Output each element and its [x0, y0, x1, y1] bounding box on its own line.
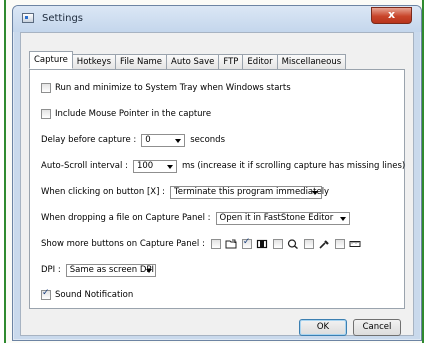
tab-ftp[interactable]: FTP: [218, 54, 244, 69]
run-minimize-checkbox[interactable]: [41, 83, 51, 93]
clicking-x-label: When clicking on button [X] :: [41, 187, 165, 197]
fixed-region-button-checkbox[interactable]: [241, 237, 252, 249]
ok-button[interactable]: OK: [299, 319, 347, 336]
sound-row: Sound Notification: [41, 288, 133, 302]
screen-ruler-button-checkbox[interactable]: [334, 239, 345, 249]
dropping-file-select[interactable]: Open it in FastStone Editor: [215, 211, 350, 225]
chevron-down-icon: [145, 268, 152, 273]
more-buttons-row: Show more buttons on Capture Panel :: [41, 237, 366, 251]
dpi-label: DPI :: [41, 265, 61, 275]
dropping-file-label: When dropping a file on Capture Panel :: [41, 213, 211, 223]
chevron-down-icon: [166, 164, 173, 169]
color-picker-icon: [318, 239, 330, 249]
chevron-down-icon: [312, 190, 318, 195]
tab-hotkeys[interactable]: Hotkeys: [71, 54, 117, 69]
tab-file-name[interactable]: File Name: [115, 54, 168, 69]
chevron-down-icon: [175, 138, 182, 143]
screen-ruler-icon: [349, 239, 361, 249]
sound-notification-label[interactable]: Sound Notification: [55, 290, 133, 300]
tab-editor[interactable]: Editor: [242, 54, 278, 69]
app-icon: [22, 13, 34, 23]
more-buttons-label: Show more buttons on Capture Panel :: [41, 239, 205, 249]
clicking-x-row: When clicking on button [X] : Terminate …: [41, 185, 329, 199]
tab-miscellaneous[interactable]: Miscellaneous: [276, 54, 347, 69]
magnifier-button-checkbox[interactable]: [272, 239, 283, 249]
more-buttons-options: [210, 237, 366, 249]
cancel-button[interactable]: Cancel: [353, 319, 401, 336]
dialog-client-area: Capture Hotkeys File Name Auto Save FTP …: [20, 32, 414, 336]
autoscroll-row: Auto-Scroll interval : 100 ms (increase …: [41, 159, 405, 173]
delay-row: Delay before capture : 0 seconds: [41, 133, 225, 147]
run-minimize-row: Run and minimize to System Tray when Win…: [41, 81, 291, 95]
delay-label: Delay before capture :: [41, 135, 137, 145]
clicking-x-select[interactable]: Terminate this program immediately: [170, 185, 329, 199]
tab-strip: Capture Hotkeys File Name Auto Save FTP …: [29, 51, 347, 69]
delay-select[interactable]: 0: [141, 133, 186, 147]
run-minimize-label[interactable]: Run and minimize to System Tray when Win…: [55, 83, 291, 93]
dpi-row: DPI : Same as screen DPI: [41, 263, 161, 277]
magnifier-icon: [287, 239, 299, 249]
chevron-down-icon: [339, 216, 346, 221]
capture-tab-panel: Run and minimize to System Tray when Win…: [29, 69, 405, 309]
delay-value: 0: [145, 134, 151, 145]
window-title: Settings: [42, 13, 84, 24]
autoscroll-label: Auto-Scroll interval :: [41, 161, 128, 171]
include-pointer-checkbox[interactable]: [41, 109, 51, 119]
tab-capture[interactable]: Capture: [29, 51, 73, 69]
tab-auto-save[interactable]: Auto Save: [166, 54, 220, 69]
include-pointer-row: Include Mouse Pointer in the capture: [41, 107, 211, 121]
include-pointer-label[interactable]: Include Mouse Pointer in the capture: [55, 109, 211, 119]
dpi-value: Same as screen DPI: [69, 264, 155, 275]
dropping-file-value: Open it in FastStone Editor: [219, 212, 334, 223]
sound-notification-checkbox[interactable]: [41, 288, 51, 300]
delay-suffix: seconds: [190, 135, 225, 145]
autoscroll-suffix: ms (increase it if scrolling capture has…: [181, 161, 406, 171]
autoscroll-select[interactable]: 100: [132, 159, 177, 173]
autoscroll-value: 100: [136, 160, 154, 171]
open-file-icon: [225, 239, 237, 249]
fixed-region-icon: [256, 239, 268, 249]
settings-window: Settings x Capture Hotkeys File Name Aut…: [12, 5, 422, 341]
screenshot-canvas: Settings x Capture Hotkeys File Name Aut…: [0, 0, 432, 343]
color-picker-button-checkbox[interactable]: [303, 239, 314, 249]
close-button[interactable]: x: [371, 7, 412, 24]
clicking-x-value: Terminate this program immediately: [174, 186, 330, 197]
open-file-button-checkbox[interactable]: [210, 239, 221, 249]
dropping-file-row: When dropping a file on Capture Panel : …: [41, 211, 355, 225]
dpi-select[interactable]: Same as screen DPI: [65, 263, 156, 277]
title-bar[interactable]: Settings x: [13, 6, 421, 32]
